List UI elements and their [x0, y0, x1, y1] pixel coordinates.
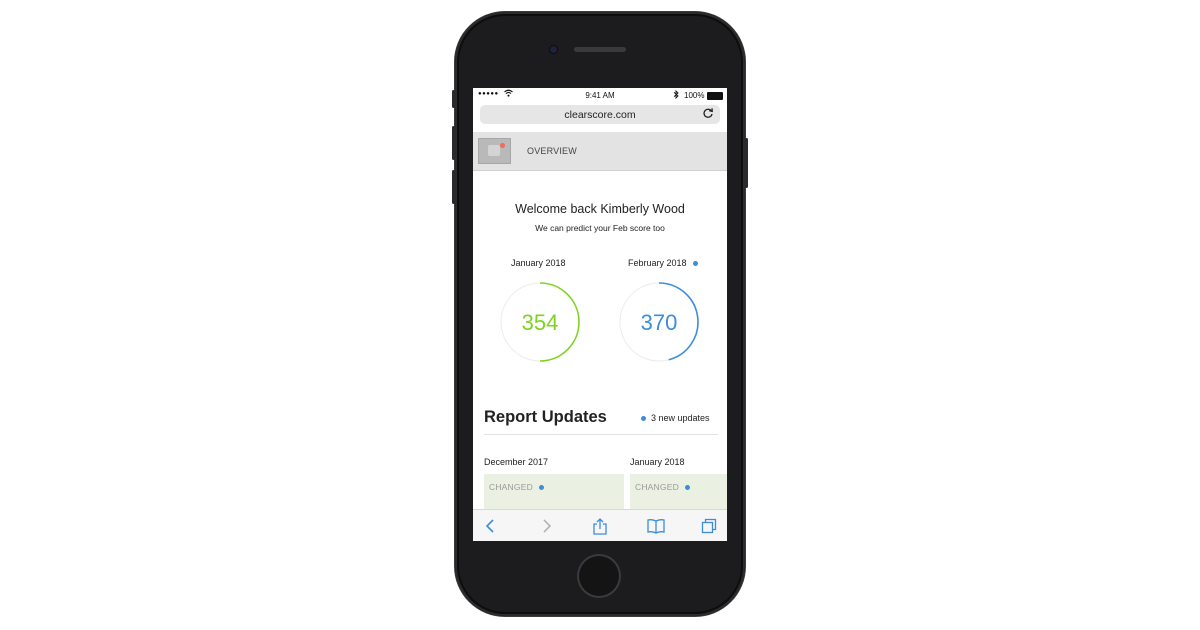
url-text: clearscore.com [564, 109, 636, 121]
tabs-button[interactable] [694, 510, 724, 541]
report-column-date: January 2018 [630, 457, 685, 467]
mute-switch [452, 90, 455, 108]
predicted-dot-icon [692, 261, 698, 267]
back-button[interactable] [476, 510, 506, 541]
updates-text: 3 new updates [651, 413, 710, 423]
card-status-text: CHANGED [489, 482, 533, 492]
forward-button[interactable] [531, 510, 561, 541]
status-dot-icon [538, 485, 544, 491]
battery-icon [707, 92, 723, 100]
score-month-label: February 2018 [628, 258, 698, 268]
updates-count[interactable]: 3 new updates [641, 413, 710, 423]
overview-nav: OVERVIEW [473, 132, 727, 171]
notification-dot [500, 143, 505, 148]
status-dot-icon [684, 485, 690, 491]
forward-icon [543, 519, 552, 533]
card-status: CHANGED [489, 482, 544, 492]
score-month-label: January 2018 [511, 258, 566, 268]
score-month-text: January 2018 [511, 258, 566, 268]
card-status: CHANGED [635, 482, 690, 492]
front-camera [550, 46, 557, 53]
back-icon [485, 519, 494, 533]
welcome-subtitle: We can predict your Feb score too [535, 223, 665, 233]
score-value: 354 [521, 310, 559, 335]
browser-toolbar [473, 509, 727, 541]
volume-up-button [452, 126, 455, 160]
section-title: Report Updates [484, 408, 607, 426]
welcome-title: Welcome back Kimberly Wood [515, 202, 685, 216]
updates-dot-icon [641, 416, 646, 422]
report-card[interactable]: CHANGED [484, 474, 624, 514]
share-button[interactable] [585, 510, 615, 541]
card-status-text: CHANGED [635, 482, 679, 492]
score-month-text: February 2018 [628, 258, 687, 268]
bookmarks-icon [647, 519, 665, 534]
volume-down-button [452, 170, 455, 204]
report-column-date: December 2017 [484, 457, 549, 467]
earpiece-speaker [574, 47, 626, 52]
address-bar[interactable]: clearscore.com [480, 105, 720, 124]
home-button[interactable] [577, 554, 621, 598]
share-icon [593, 518, 607, 535]
power-button [745, 138, 748, 188]
bluetooth-icon [673, 89, 679, 101]
phone-screen: ●●●●● 9:41 AM 100% clearscore.com OVERVI… [473, 88, 727, 541]
score-value: 370 [640, 310, 678, 335]
menu-icon [488, 145, 500, 156]
menu-button[interactable] [478, 138, 511, 164]
report-card[interactable]: CHANGED [630, 474, 727, 514]
tabs-icon [701, 518, 717, 534]
reload-icon[interactable] [702, 107, 714, 122]
status-bar: ●●●●● 9:41 AM 100% [473, 88, 727, 102]
nav-title: OVERVIEW [527, 146, 577, 156]
bookmarks-button[interactable] [640, 510, 670, 541]
battery-percent: 100% [684, 91, 705, 100]
divider [484, 434, 718, 435]
